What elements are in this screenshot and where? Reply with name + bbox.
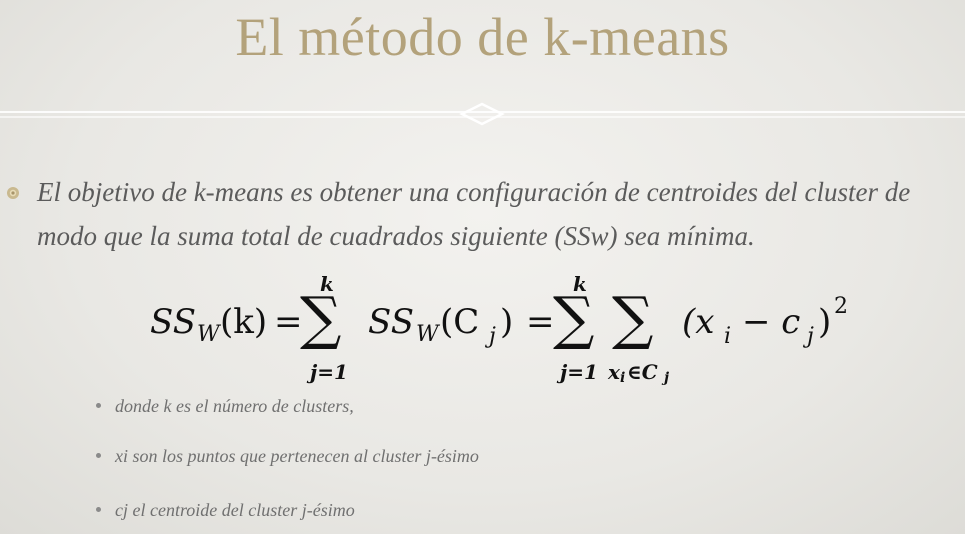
sum3-sigma: ∑	[612, 284, 654, 352]
main-bullet-text: El objetivo de k-means es obtener una co…	[37, 177, 911, 251]
lhs-ss: SS	[150, 302, 196, 342]
flower-bullet-icon	[7, 187, 19, 199]
sub-bullet-text: cj el centroide del cluster j-ésimo	[115, 500, 355, 520]
bullet-dot-icon	[96, 453, 101, 459]
slide: El método de k-means El objetivo de k-me…	[0, 0, 965, 534]
term-close: )	[818, 302, 832, 342]
lhs-sub: W	[197, 322, 220, 347]
mid-close: )	[500, 302, 514, 342]
equals-1: =	[274, 302, 303, 342]
slide-title: El método de k-means	[235, 7, 730, 67]
mid-arg-sub: j	[489, 324, 496, 349]
term-minus: − c	[742, 302, 801, 342]
sub-bullet-item: donde k es el número de clusters,	[96, 396, 354, 417]
sum1-lower: j=1	[310, 360, 348, 384]
term-open: (x	[682, 302, 715, 342]
bullet-dot-icon	[96, 403, 101, 409]
sum3-lower-x-sub: i	[620, 370, 626, 386]
bullet-dot-icon	[96, 507, 101, 513]
kmeans-formula: SS W (k) = k ∑ j=1 SS W (C j ) = k ∑ j=1…	[150, 272, 850, 392]
sum3-lower-in-sub: j	[664, 370, 670, 386]
title-divider	[0, 102, 965, 126]
mid-sub: W	[416, 322, 439, 347]
sum2-sigma: ∑	[553, 284, 595, 352]
sub-bullet-item: xi son los puntos que pertenecen al clus…	[96, 446, 479, 467]
equals-2: =	[526, 302, 555, 342]
sum3-lower-in: ∈C	[627, 360, 658, 384]
sum2-lower: j=1	[560, 360, 598, 384]
sum1-sigma: ∑	[300, 284, 342, 352]
lhs-arg: (k)	[220, 302, 268, 342]
mid-arg: (C	[440, 302, 480, 342]
sub-bullet-text: donde k es el número de clusters,	[115, 396, 354, 416]
sub-bullet-item: cj el centroide del cluster j-ésimo	[96, 500, 355, 521]
sum3-lower-x: x	[608, 360, 620, 384]
term-c-sub: j	[807, 324, 814, 349]
mid-ss: SS	[368, 302, 414, 342]
exponent: 2	[834, 294, 848, 319]
term-x-sub: i	[724, 324, 732, 349]
sub-bullet-text: xi son los puntos que pertenecen al clus…	[115, 446, 479, 466]
